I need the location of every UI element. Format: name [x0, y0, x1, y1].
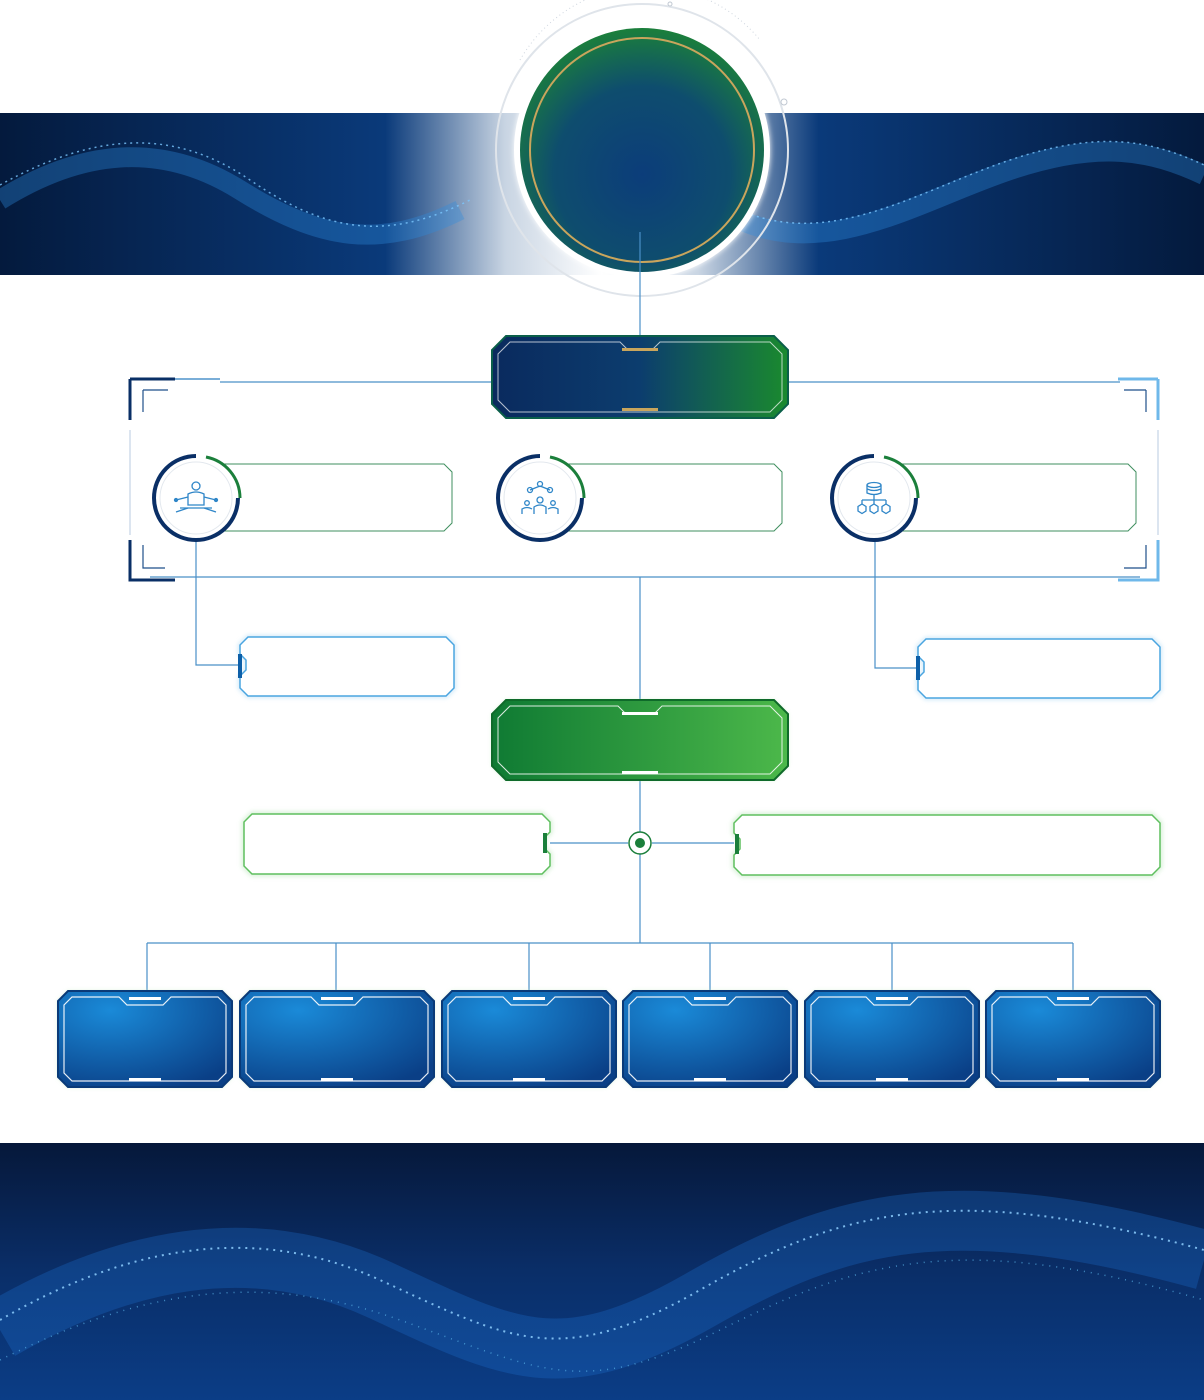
center-junction-node [628, 831, 652, 855]
branch-card-1 [152, 454, 453, 542]
side-box-left [241, 811, 553, 877]
sub-box-left [238, 635, 456, 698]
bottom-boxes [57, 990, 1161, 1088]
side-box-right [731, 812, 1163, 878]
bottom-box-3 [441, 990, 617, 1088]
bottom-box-2 [239, 990, 435, 1088]
bottom-box-4 [622, 990, 798, 1088]
branch-card-2 [496, 454, 783, 542]
level1-box [491, 335, 789, 419]
bottom-box-5 [804, 990, 980, 1088]
bottom-banner [0, 1143, 1204, 1400]
bottom-box-1 [57, 990, 233, 1088]
sub-box-right [916, 637, 1162, 700]
branch-card-3 [830, 454, 1137, 542]
diagram-canvas [0, 0, 1204, 1400]
bottom-box-6 [985, 990, 1161, 1088]
level2-box [491, 699, 789, 781]
